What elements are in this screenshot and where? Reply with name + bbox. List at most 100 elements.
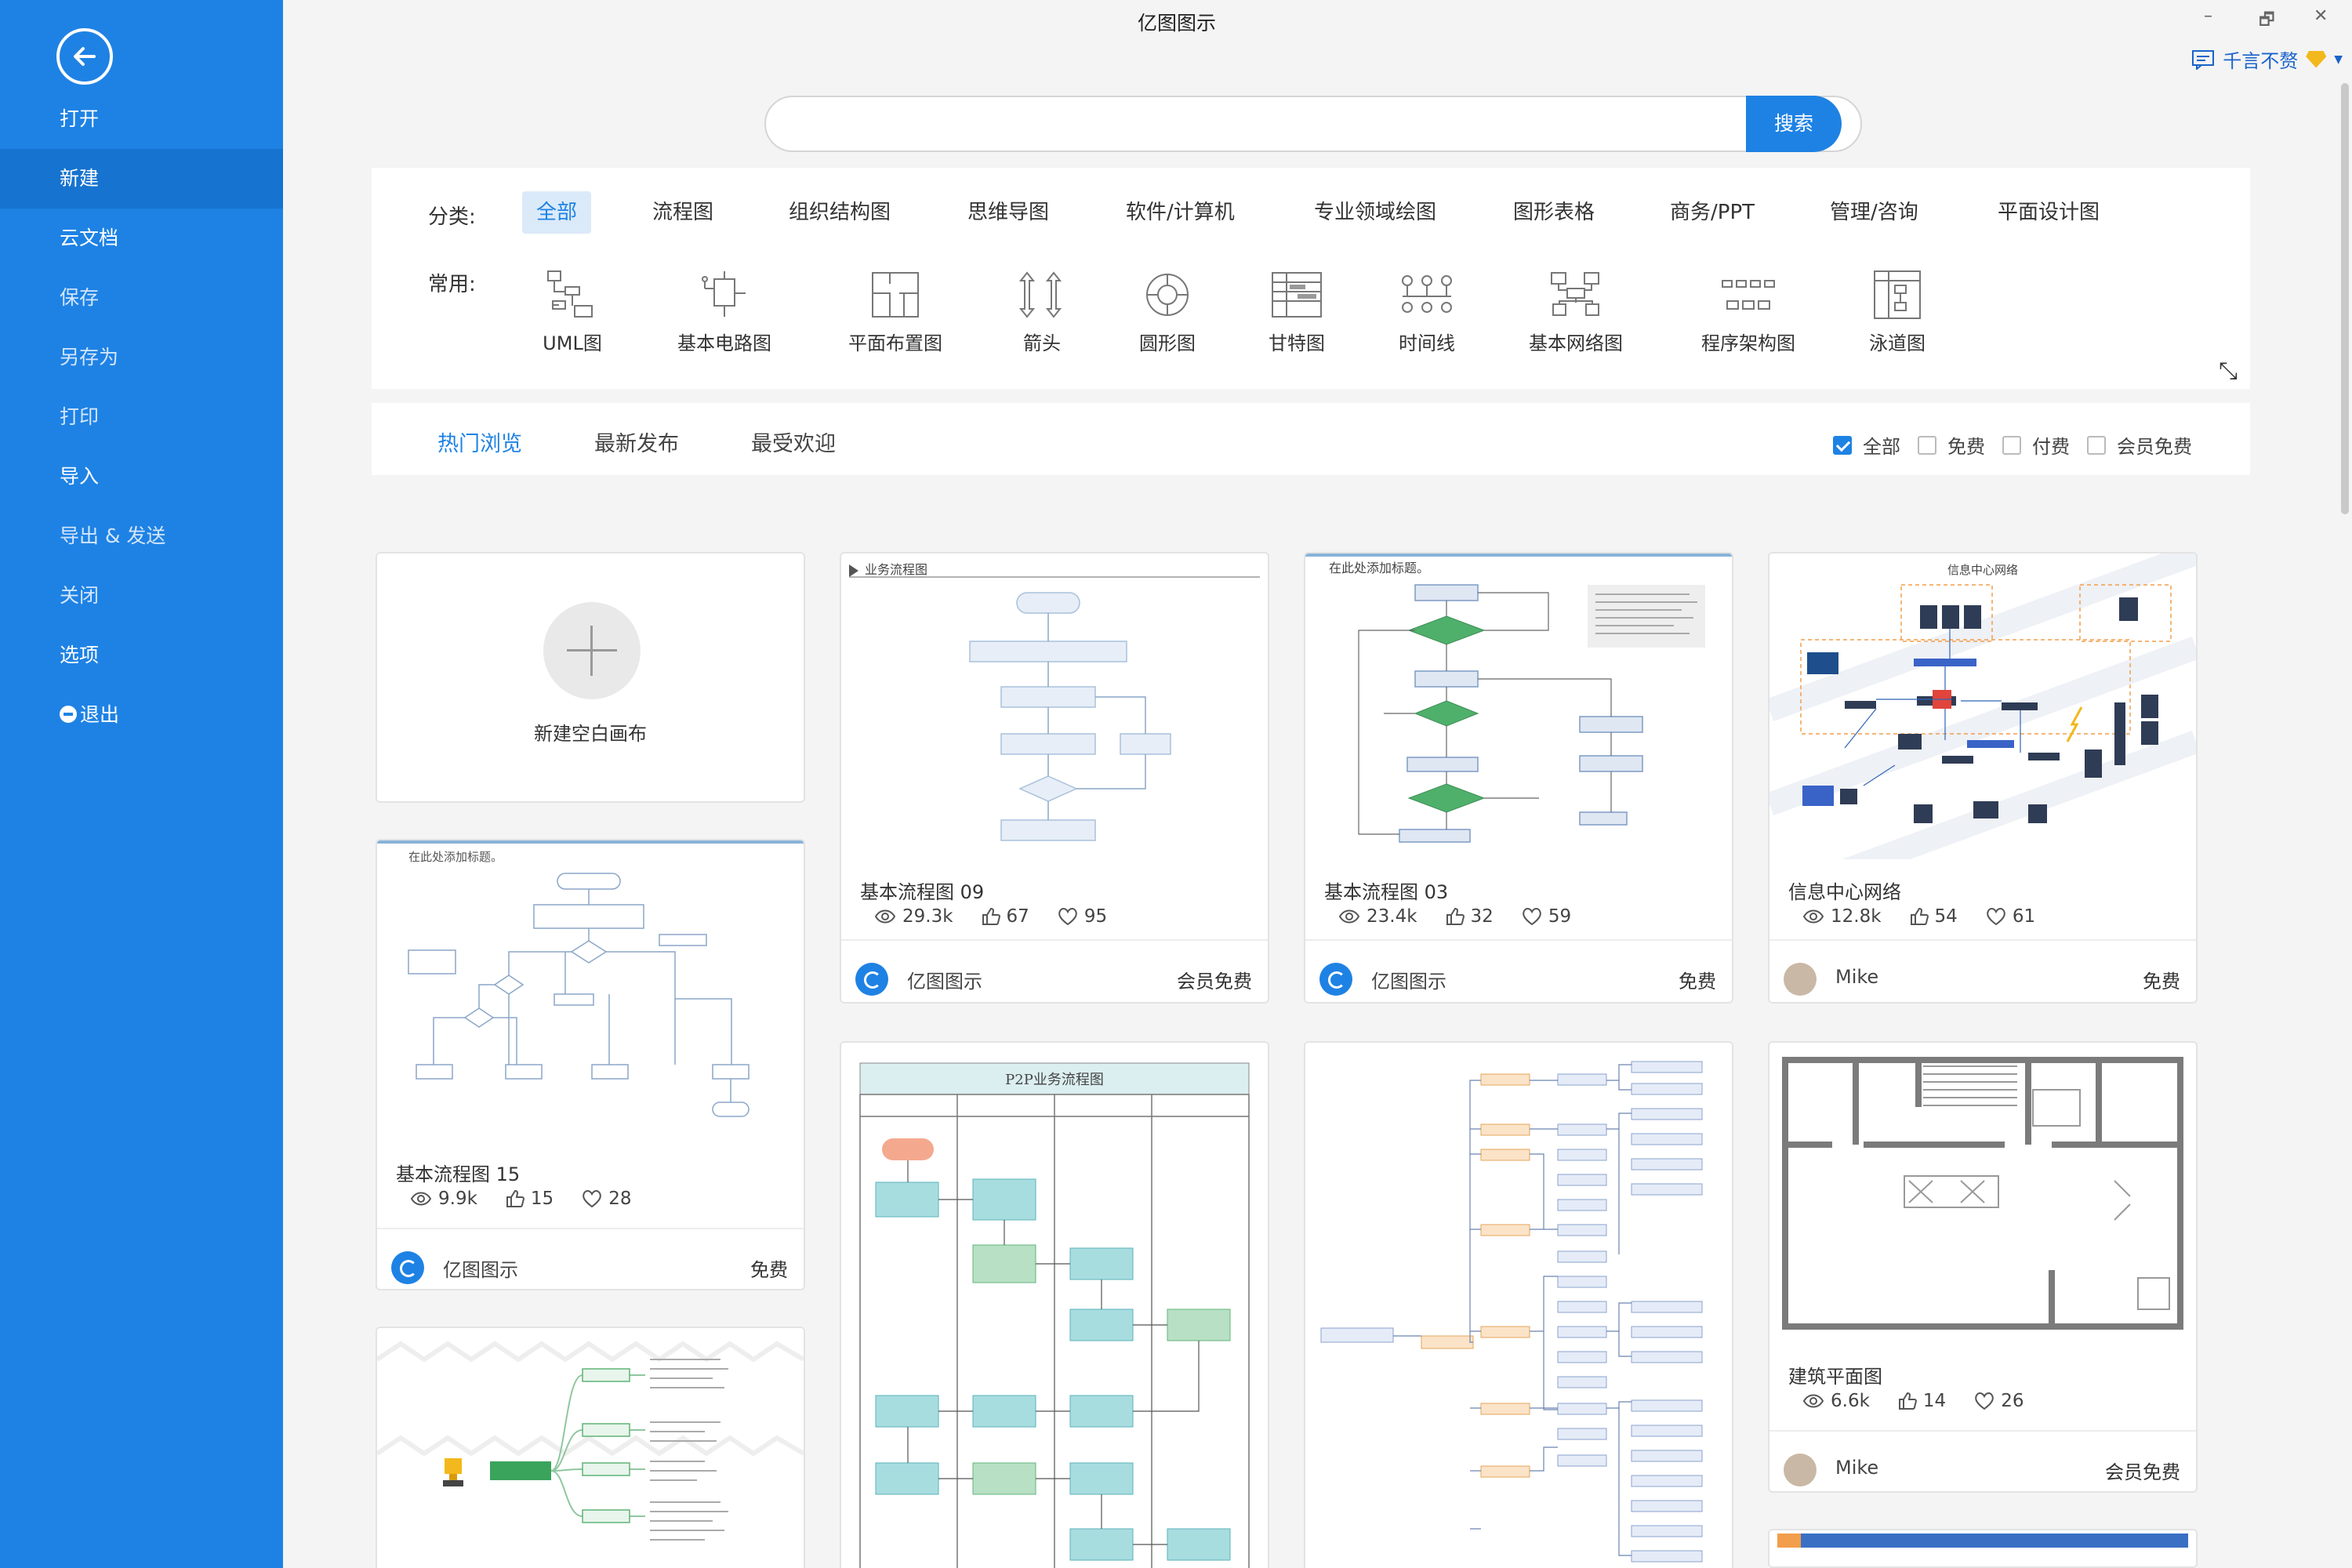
common-item-timeline[interactable]: 时间线 (1364, 270, 1490, 355)
like-count: 32 (1471, 906, 1494, 927)
template-thumbnail[interactable] (377, 1328, 804, 1568)
common-item-circuit[interactable]: 基本电路图 (662, 270, 787, 355)
template-thumbnail[interactable] (1305, 1043, 1732, 1568)
sidebar-item-open[interactable]: 打开 (0, 89, 283, 149)
price-badge: 免费 (2143, 966, 2180, 993)
minimize-button[interactable]: – (2204, 6, 2212, 26)
template-thumbnail[interactable] (1769, 1530, 2196, 1568)
category-tab-mind-map[interactable]: 思维导图 (953, 191, 1063, 234)
category-tab-business-ppt[interactable]: 商务/PPT (1656, 191, 1769, 234)
category-tab-org-chart[interactable]: 组织结构图 (775, 191, 905, 234)
thumbs-up-icon[interactable] (1910, 907, 1929, 926)
author-name[interactable]: 亿图图示 (907, 966, 982, 993)
template-card[interactable]: 在此处添加标题。 基本流程图 15 9.9k 15 28 (376, 839, 805, 1290)
sidebar-item-close[interactable]: 关闭 (0, 566, 283, 626)
scrollbar[interactable] (2341, 83, 2349, 514)
category-tab-professional[interactable]: 专业领域绘图 (1300, 191, 1450, 234)
expand-icon[interactable]: ⤡ (2219, 358, 2238, 385)
thumbs-up-icon[interactable] (982, 907, 1000, 926)
template-thumbnail[interactable]: 信息中心网络 (1769, 554, 2196, 859)
template-title: 基本流程图 09 (860, 877, 984, 904)
category-tab-all[interactable]: 全部 (522, 191, 591, 234)
backstage-sidebar: 打开 新建 云文档 保存 另存为 打印 导入 导出 & 发送 关闭 选项 退出 (0, 0, 283, 1568)
common-item-network[interactable]: 基本网络图 (1513, 270, 1639, 355)
eye-icon (1802, 1393, 1824, 1409)
user-name[interactable]: 千言不赘 (2223, 45, 2298, 73)
checkbox[interactable] (2087, 436, 2106, 455)
template-card[interactable] (1768, 1529, 2198, 1568)
category-tab-flowchart[interactable]: 流程图 (638, 191, 728, 234)
thumbs-up-icon[interactable] (1446, 907, 1465, 926)
sidebar-item-new[interactable]: 新建 (0, 149, 283, 209)
template-thumbnail[interactable]: 在此处添加标题。 (377, 840, 804, 1154)
category-tab-software[interactable]: 软件/计算机 (1112, 191, 1249, 234)
filter-member-free[interactable]: 会员免费 (2087, 431, 2192, 459)
thumbs-up-icon[interactable] (1898, 1392, 1917, 1410)
template-thumbnail[interactable]: P2P业务流程图 (841, 1043, 1268, 1568)
category-tab-management[interactable]: 管理/咨询 (1816, 191, 1933, 234)
category-tab-graphic-design[interactable]: 平面设计图 (1984, 191, 2114, 234)
common-item-floor-plan[interactable]: 平面布置图 (833, 270, 958, 355)
sidebar-item-options[interactable]: 选项 (0, 626, 283, 685)
filter-all[interactable]: 全部 (1833, 431, 1900, 459)
vip-diamond-icon (2306, 51, 2326, 68)
sidebar-item-save-as[interactable]: 另存为 (0, 328, 283, 387)
thumbs-up-icon[interactable] (506, 1189, 524, 1208)
template-thumbnail[interactable]: 业务流程图 (841, 554, 1268, 859)
template-card[interactable] (1304, 1041, 1733, 1568)
template-card[interactable]: P2P业务流程图 (840, 1041, 1269, 1568)
filter-free[interactable]: 免费 (1918, 431, 1985, 459)
template-thumbnail[interactable] (1769, 1043, 2196, 1356)
template-card[interactable] (376, 1327, 805, 1568)
author-name[interactable]: Mike (1835, 966, 1878, 988)
common-item-uml[interactable]: UML图 (510, 270, 635, 355)
common-item-gantt[interactable]: 甘特图 (1234, 270, 1359, 355)
author-name[interactable]: 亿图图示 (443, 1254, 518, 1282)
template-card[interactable]: 业务流程图 基本流程图 09 29.3k 67 95 亿图图示 会员免费 (840, 552, 1269, 1004)
new-blank-canvas-card[interactable]: 新建空白画布 (376, 552, 805, 803)
comment-icon[interactable] (2191, 49, 2215, 70)
heart-icon[interactable] (582, 1189, 602, 1208)
template-thumbnail[interactable]: 在此处添加标题。 (1305, 554, 1732, 859)
sidebar-item-import[interactable]: 导入 (0, 447, 283, 506)
filter-paid[interactable]: 付费 (2002, 431, 2070, 459)
sort-tab-hot[interactable]: 热门浏览 (437, 426, 522, 457)
sort-tab-latest[interactable]: 最新发布 (594, 426, 679, 457)
heart-icon[interactable] (1986, 907, 2006, 926)
common-item-swimlane[interactable]: 泳道图 (1835, 270, 1960, 355)
heart-icon[interactable] (1058, 907, 1078, 926)
chevron-down-icon[interactable]: ▼ (2334, 53, 2343, 66)
restore-button[interactable]: 🗗 (2259, 6, 2275, 36)
category-tab-graphics-table[interactable]: 图形表格 (1499, 191, 1609, 234)
price-badge: 会员免费 (1177, 966, 1252, 993)
checkbox[interactable] (2002, 436, 2021, 455)
template-title: 基本流程图 03 (1324, 877, 1448, 904)
sidebar-item-cloud-docs[interactable]: 云文档 (0, 209, 283, 268)
user-menu[interactable]: 千言不赘 ▼ (2191, 45, 2343, 73)
author-name[interactable]: 亿图图示 (1371, 966, 1446, 993)
common-item-label: 泳道图 (1869, 332, 1926, 354)
heart-icon[interactable] (1522, 907, 1542, 926)
sidebar-item-exit[interactable]: 退出 (0, 685, 283, 745)
sidebar-item-save[interactable]: 保存 (0, 268, 283, 328)
close-button[interactable]: ✕ (2314, 6, 2328, 26)
checkbox[interactable] (1918, 436, 1936, 455)
search-box: 搜索 (764, 96, 1862, 152)
sidebar-item-export-send[interactable]: 导出 & 发送 (0, 506, 283, 566)
author-name[interactable]: Mike (1835, 1457, 1878, 1479)
search-button[interactable]: 搜索 (1746, 96, 1842, 152)
filter-bar: 热门浏览 最新发布 最受欢迎 全部 免费 付费 会员免费 (372, 403, 2250, 475)
template-card[interactable]: 在此处添加标题。 基本流程图 03 (1304, 552, 1733, 1004)
template-card[interactable]: 建筑平面图 6.6k 14 26 Mike 会员免费 (1768, 1041, 2198, 1493)
template-card[interactable]: 信息中心网络 信息中心网络 12.8k 54 61 M (1768, 552, 2198, 1004)
common-item-circle[interactable]: 圆形图 (1105, 270, 1230, 355)
back-button[interactable] (56, 28, 113, 85)
common-item-arrow[interactable]: 箭头 (979, 270, 1105, 355)
sidebar-item-print[interactable]: 打印 (0, 387, 283, 447)
heart-icon[interactable] (1974, 1392, 1994, 1410)
sort-tab-popular[interactable]: 最受欢迎 (751, 426, 836, 457)
favorite-count: 26 (2001, 1391, 2024, 1411)
common-item-architecture[interactable]: 程序架构图 (1686, 270, 1811, 355)
search-input[interactable] (789, 105, 1730, 144)
checkbox[interactable] (1833, 436, 1852, 455)
